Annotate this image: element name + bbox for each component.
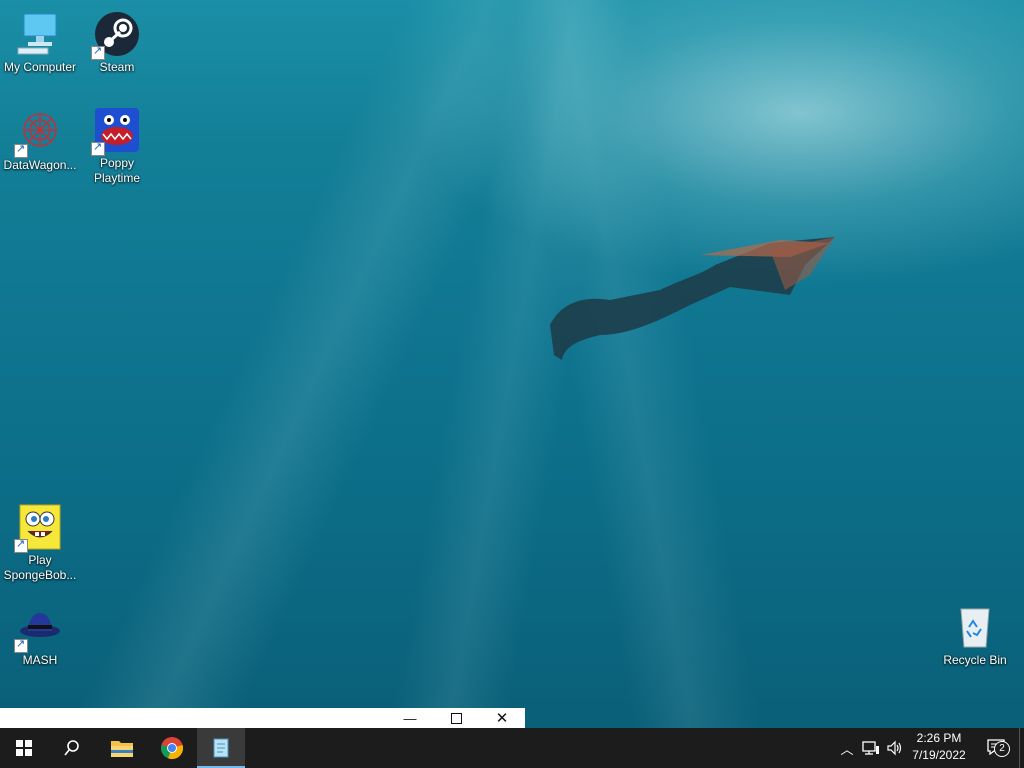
desktop-icon-label-line2: Playtime	[93, 171, 140, 185]
notepad-icon	[213, 738, 229, 758]
shortcut-arrow-icon	[91, 140, 105, 156]
taskbar-chrome[interactable]	[148, 728, 196, 768]
desktop-icon-steam[interactable]: Steam	[77, 10, 157, 75]
taskbar-file-explorer[interactable]	[98, 728, 146, 768]
desktop-icon-label-line2: SpongeBob...	[3, 568, 77, 582]
chrome-icon	[161, 737, 184, 760]
shortcut-arrow-icon	[14, 637, 28, 653]
minimize-icon: —	[403, 710, 417, 726]
desktop-icon-label: My Computer	[3, 60, 77, 74]
windows-logo-icon	[16, 740, 32, 756]
shortcut-arrow-icon	[91, 44, 105, 60]
minimize-button[interactable]: —	[387, 708, 433, 728]
computer-icon	[16, 10, 64, 58]
desktop-icon-label: MASH	[22, 653, 58, 667]
search-button[interactable]	[48, 728, 96, 768]
desktop-icon-poppy-playtime[interactable]: Poppy Playtime	[77, 106, 157, 186]
network-button[interactable]	[858, 728, 884, 768]
steam-icon	[91, 10, 141, 60]
desktop-icon-mash[interactable]: MASH	[0, 603, 80, 668]
close-icon: ✕	[495, 710, 509, 727]
volume-button[interactable]	[884, 728, 906, 768]
start-button[interactable]	[0, 728, 48, 768]
shortcut-arrow-icon	[14, 142, 28, 158]
network-icon	[862, 741, 879, 755]
file-explorer-icon	[111, 741, 133, 757]
desktop-wallpaper: My Computer Steam DataWagon... Poppy Pla…	[0, 0, 1024, 728]
spongebob-icon	[14, 503, 64, 553]
clock-time: 2:26 PM	[916, 731, 962, 745]
desktop-icon-label: DataWagon...	[3, 158, 77, 172]
desktop-icon-label: Steam	[99, 60, 135, 74]
window-titlebar[interactable]: — ✕	[0, 708, 525, 728]
mash-hat-icon	[14, 603, 64, 653]
taskbar-notepad[interactable]	[197, 728, 245, 768]
desktop-icon-my-computer[interactable]: My Computer	[0, 10, 80, 75]
show-desktop-button[interactable]	[1019, 728, 1024, 768]
clock-date: 7/19/2022	[912, 748, 966, 762]
action-center-button[interactable]: 2	[978, 728, 1014, 768]
diver-image	[550, 237, 835, 360]
maximize-button[interactable]	[433, 708, 479, 728]
speaker-icon	[887, 740, 902, 756]
desktop-icon-label: Recycle Bin	[943, 653, 1007, 667]
desktop-icon-label-line1: Play	[28, 553, 52, 567]
taskbar-clock[interactable]: 2:26 PM 7/19/2022	[904, 730, 974, 766]
desktop-icon-spongebob[interactable]: Play SpongeBob...	[0, 503, 80, 583]
maximize-icon	[450, 712, 462, 724]
datawagon-icon	[14, 108, 64, 158]
chevron-up-icon: ︿	[840, 741, 854, 757]
poppy-playtime-icon	[91, 106, 141, 156]
notification-count-badge: 2	[994, 740, 1010, 757]
shortcut-arrow-icon	[14, 537, 28, 553]
search-icon	[64, 740, 79, 756]
recycle-bin-icon	[951, 603, 999, 651]
tray-overflow-button[interactable]: ︿	[836, 728, 858, 768]
close-button[interactable]: ✕	[479, 708, 525, 728]
desktop-icon-label-line1: Poppy	[99, 156, 135, 170]
desktop-icon-recycle-bin[interactable]: Recycle Bin	[935, 603, 1015, 668]
taskbar: ︿ 2:26 PM 7/19/2022 2	[0, 728, 1024, 768]
desktop-icon-datawagon[interactable]: DataWagon...	[0, 108, 80, 173]
